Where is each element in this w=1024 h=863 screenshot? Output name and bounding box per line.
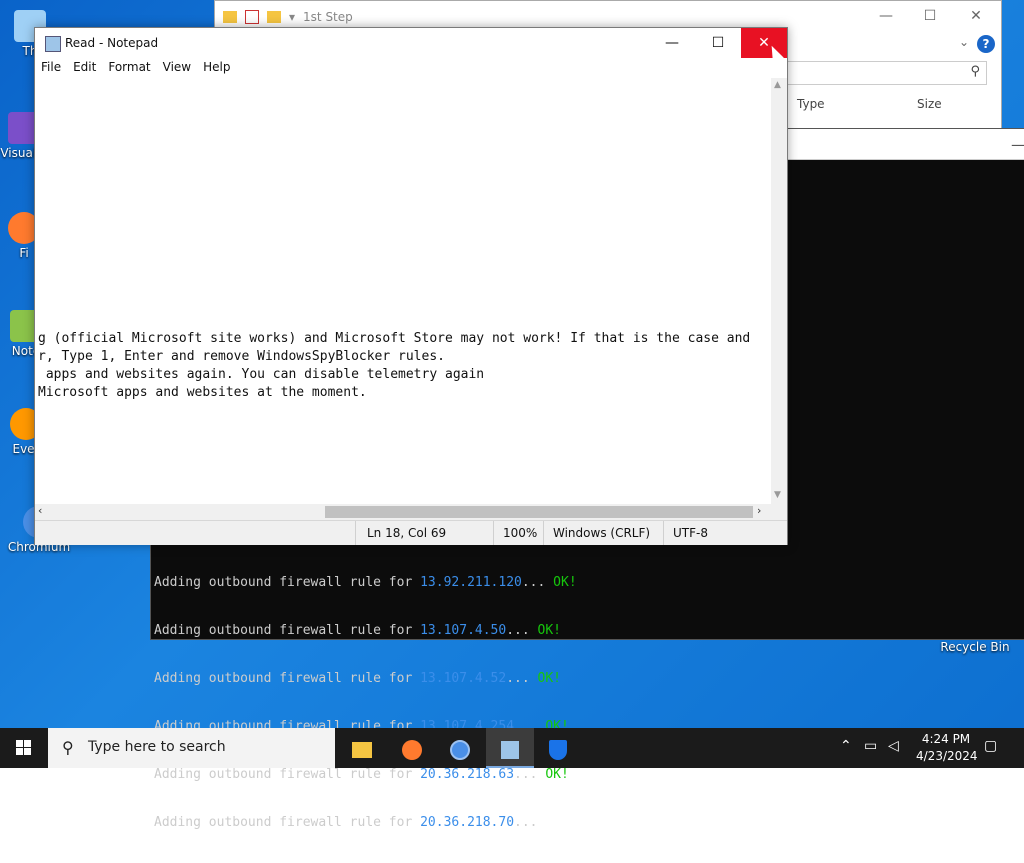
line-ending: Windows (CRLF) <box>553 526 651 540</box>
text-line: Microsoft apps and websites at the momen… <box>38 385 367 400</box>
column-header-size[interactable]: Size <box>917 97 942 111</box>
taskbar-defender[interactable] <box>534 728 582 768</box>
console-line: Adding outbound firewall rule for 20.36.… <box>154 767 569 782</box>
text-editor[interactable]: g (official Microsoft site works) and Mi… <box>35 78 771 504</box>
window-title: 1st Step <box>303 10 353 24</box>
scrollbar-thumb[interactable] <box>325 506 753 518</box>
scroll-right-icon[interactable]: › <box>757 504 761 517</box>
desktop: Th Visual 2 Fi Note Ever Chromium Recycl… <box>0 0 1024 830</box>
folder-icon[interactable] <box>223 11 237 23</box>
taskbar-chromium[interactable] <box>436 728 484 768</box>
notepad-icon <box>501 740 519 759</box>
console-line: Adding outbound firewall rule for 13.107… <box>154 671 561 686</box>
chevron-up-icon[interactable]: ⌃ <box>840 738 852 754</box>
firefox-icon <box>402 739 422 760</box>
ribbon-expand-icon[interactable]: ⌄ <box>959 35 969 49</box>
taskbar-firefox[interactable] <box>388 728 436 768</box>
cursor-position: Ln 18, Col 69 <box>367 526 447 540</box>
taskbar: ⚲ Type here to search ⌃ ▭ ◁ 4:24 PM 4/23… <box>0 728 1024 768</box>
quick-access-toolbar: ▾ 1st Step <box>223 7 353 27</box>
search-input[interactable]: ⚲ <box>785 61 987 85</box>
menu-bar: File Edit Format View Help <box>35 58 787 78</box>
minimize-button[interactable]: — <box>1011 135 1024 154</box>
menu-help[interactable]: Help <box>197 58 236 78</box>
network-icon[interactable]: ▭ <box>864 738 877 754</box>
status-divider <box>355 521 356 545</box>
status-bar: Ln 18, Col 69 100% Windows (CRLF) UTF-8 <box>35 520 787 545</box>
maximize-button[interactable]: ☐ <box>915 5 945 27</box>
start-button[interactable] <box>0 728 48 768</box>
editor-content: g (official Microsoft site works) and Mi… <box>38 330 750 402</box>
window-title: Read - Notepad <box>65 36 159 50</box>
close-button[interactable]: ✕ <box>961 5 991 27</box>
taskbar-notepad[interactable] <box>486 728 534 768</box>
text-line: r, Type 1, Enter and remove WindowsSpyBl… <box>38 349 445 364</box>
volume-icon[interactable]: ◁ <box>888 738 899 754</box>
menu-edit[interactable]: Edit <box>67 58 102 78</box>
resize-corner[interactable] <box>771 504 787 520</box>
menu-format[interactable]: Format <box>102 58 156 78</box>
search-icon: ⚲ <box>970 64 980 79</box>
console-line: Adding outbound firewall rule for 13.107… <box>154 623 561 638</box>
status-divider <box>493 521 494 545</box>
search-icon: ⚲ <box>62 738 74 757</box>
chromium-icon <box>450 739 470 760</box>
menu-view[interactable]: View <box>157 58 197 78</box>
notepad-window[interactable]: Read - Notepad — ☐ ✕ File Edit Format Vi… <box>34 27 788 545</box>
scroll-down-icon[interactable]: ▼ <box>774 490 781 500</box>
console-line: Adding outbound firewall rule for 20.36.… <box>154 815 538 830</box>
notification-icon[interactable]: ▢ <box>984 738 997 754</box>
console-line: Adding outbound firewall rule for 13.92.… <box>154 575 577 590</box>
encoding: UTF-8 <box>673 526 708 540</box>
text-line: apps and websites again. You can disable… <box>38 367 485 382</box>
taskbar-file-explorer[interactable] <box>338 728 386 768</box>
horizontal-scrollbar[interactable]: ‹ › <box>35 504 771 520</box>
desktop-icon-label: Recycle Bin <box>940 640 1010 654</box>
clock-time: 4:24 PM <box>921 732 971 746</box>
notepad-icon <box>45 36 61 52</box>
maximize-button[interactable]: ☐ <box>695 28 741 58</box>
minimize-button[interactable]: — <box>871 5 901 27</box>
clock[interactable]: 4:24 PM 4/23/2024 <box>916 731 978 765</box>
minimize-button[interactable]: — <box>649 28 695 58</box>
title-bar[interactable]: Read - Notepad — ☐ ✕ <box>35 28 787 58</box>
vertical-scrollbar[interactable]: ▲ ▼ <box>771 78 787 504</box>
console-output: Adding outbound firewall rule for 13.92.… <box>154 543 577 863</box>
search-placeholder: Type here to search <box>88 739 226 755</box>
properties-icon[interactable] <box>245 10 259 24</box>
help-button[interactable]: ? <box>977 35 995 53</box>
scroll-left-icon[interactable]: ‹ <box>38 504 42 517</box>
shield-icon <box>549 739 567 760</box>
column-header-type[interactable]: Type <box>797 97 825 111</box>
clock-date: 4/23/2024 <box>916 749 978 763</box>
desktop-icon-label: Fi <box>19 246 29 260</box>
chevron-down-icon[interactable]: ▾ <box>289 10 295 24</box>
windows-icon <box>16 740 31 755</box>
status-divider <box>663 521 664 545</box>
menu-file[interactable]: File <box>35 58 67 78</box>
zoom-level: 100% <box>503 526 538 540</box>
scroll-up-icon[interactable]: ▲ <box>774 80 781 90</box>
status-divider <box>543 521 544 545</box>
folder-icon <box>352 741 372 758</box>
new-folder-icon[interactable] <box>267 11 281 23</box>
taskbar-search[interactable]: ⚲ Type here to search <box>48 728 335 768</box>
text-line: g (official Microsoft site works) and Mi… <box>38 331 751 346</box>
